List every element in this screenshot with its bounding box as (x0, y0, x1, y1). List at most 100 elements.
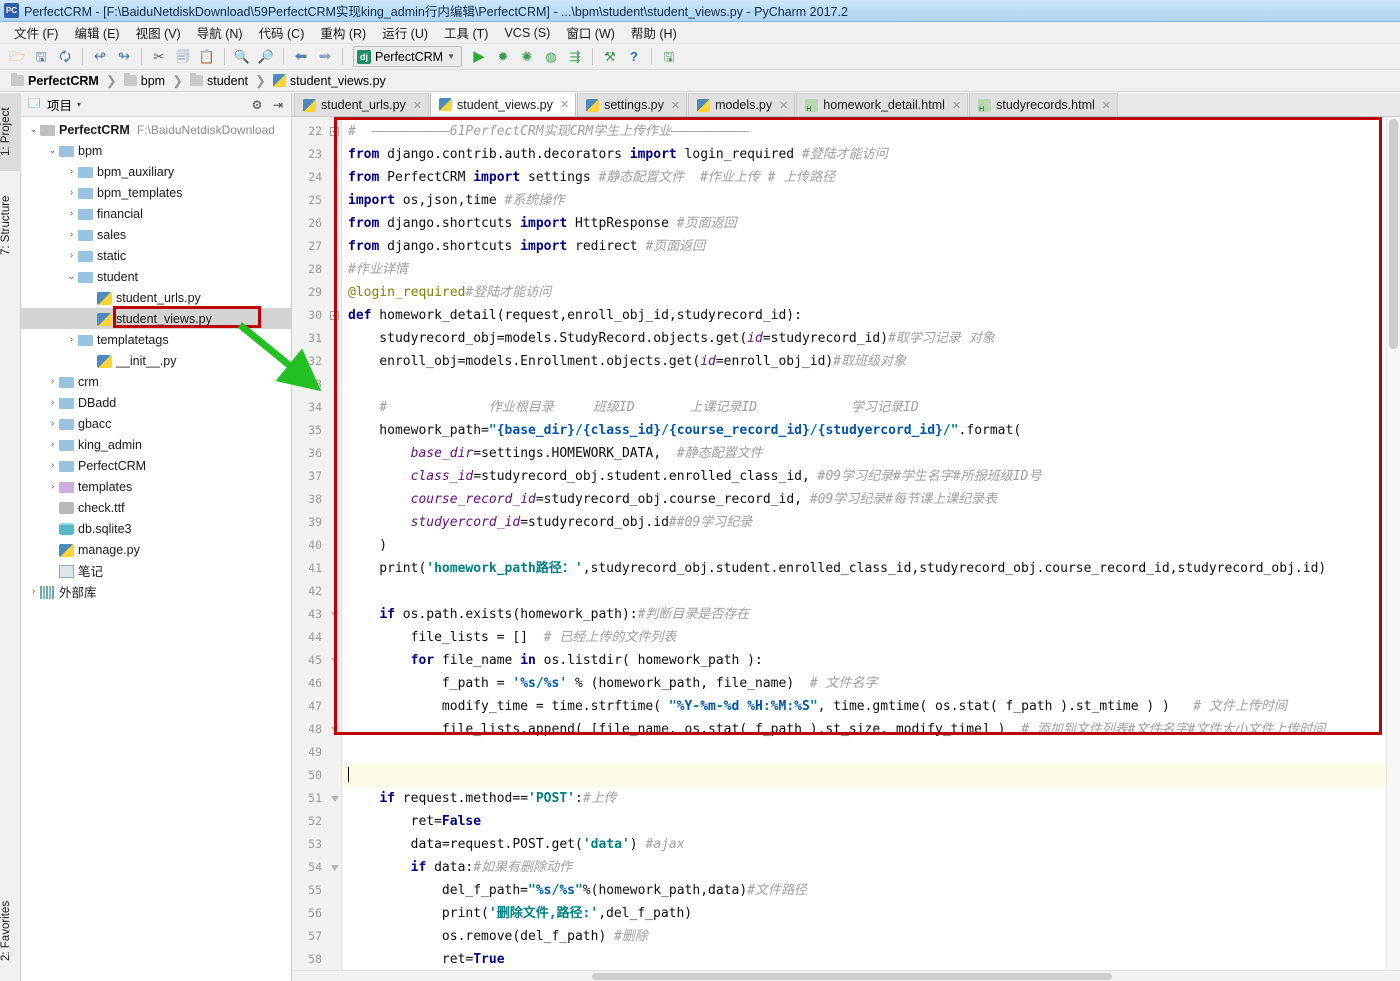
tool-window-button-project[interactable]: 1: Project (0, 93, 21, 171)
fold-region-icon[interactable] (330, 611, 339, 618)
tree-item-crm[interactable]: › crm (21, 371, 291, 392)
chevron-right-icon[interactable]: › (65, 187, 78, 198)
chevron-right-icon[interactable]: › (65, 250, 78, 261)
code-line[interactable]: homework_path="{base_dir}/{class_id}/{co… (342, 419, 1386, 442)
breadcrumb-item-2[interactable]: student (187, 73, 251, 88)
editor-tab-student_views.py[interactable]: student_views.py ✕ (430, 93, 577, 116)
editor-tab-models.py[interactable]: models.py ✕ (688, 93, 796, 116)
tree-item-student[interactable]: ⌄ student (21, 266, 291, 287)
breadcrumb-item-3[interactable]: student_views.py (270, 74, 389, 88)
code-line[interactable]: f_path = '%s/%s' % (homework_path, file_… (342, 672, 1386, 695)
tree-item-manage.py[interactable]: manage.py (21, 539, 291, 560)
menu-item-0[interactable]: 文件 (F) (6, 21, 66, 44)
database-icon[interactable]: 🖫 (658, 46, 680, 68)
chevron-down-icon[interactable]: ▾ (77, 100, 81, 109)
tree-item-bpm_auxiliary[interactable]: › bpm_auxiliary (21, 161, 291, 182)
tree-item-sales[interactable]: › sales (21, 224, 291, 245)
help-icon[interactable]: ? (623, 46, 645, 68)
copy-icon[interactable]: 🗐 (172, 46, 194, 68)
fold-collapse-icon[interactable]: − (330, 311, 339, 320)
menu-item-3[interactable]: 导航 (N) (189, 21, 251, 44)
tree-item-bpm_templates[interactable]: › bpm_templates (21, 182, 291, 203)
sync-icon[interactable]: 🗘 (54, 46, 76, 68)
chevron-right-icon[interactable]: › (65, 208, 78, 219)
tree-item-DBadd[interactable]: › DBadd (21, 392, 291, 413)
code-text-area[interactable]: # ——————————61PerfectCRM实现CRM学生上传作业—————… (342, 117, 1386, 970)
tree-item----[interactable]: › 外部库 (21, 581, 291, 602)
menu-item-2[interactable]: 视图 (V) (128, 21, 189, 44)
close-icon[interactable]: ✕ (779, 99, 788, 112)
gear-icon[interactable]: ⚙ (249, 97, 265, 113)
tree-item-__init__.py[interactable]: __init__.py (21, 350, 291, 371)
code-line[interactable]: import os,json,time #系统操作 (342, 189, 1386, 212)
code-line[interactable]: os.remove(del_f_path) #删除 (342, 925, 1386, 948)
tool-window-button-favorites[interactable]: 2: Favorites (0, 881, 21, 981)
chevron-right-icon[interactable]: › (65, 166, 78, 177)
code-line[interactable]: file_lists.append( [file_name, os.stat( … (342, 718, 1386, 741)
code-line[interactable]: # ——————————61PerfectCRM实现CRM学生上传作业—————… (342, 120, 1386, 143)
tree-item-PerfectCRM[interactable]: › PerfectCRM (21, 455, 291, 476)
navigate-forward-icon[interactable]: ➡ (314, 46, 336, 68)
editor-horizontal-scrollbar[interactable] (292, 970, 1400, 981)
fold-region-icon[interactable] (330, 657, 339, 664)
scrollbar-thumb[interactable] (1389, 119, 1398, 349)
menu-item-1[interactable]: 编辑 (E) (66, 21, 127, 44)
run-coverage-icon[interactable]: ✺ (516, 46, 538, 68)
breadcrumb-item-0[interactable]: PerfectCRM (8, 73, 102, 88)
code-line[interactable]: file_lists = [] # 已经上传的文件列表 (342, 626, 1386, 649)
save-all-icon[interactable]: 🖫 (30, 46, 52, 68)
code-folding-gutter[interactable]: − − (328, 117, 342, 970)
paste-icon[interactable]: 📋 (196, 46, 218, 68)
code-line[interactable]: modify_time = time.strftime( "%Y-%m-%d %… (342, 695, 1386, 718)
code-line[interactable]: base_dir=settings.HOMEWORK_DATA, #静态配置文件 (342, 442, 1386, 465)
collapse-all-icon[interactable]: ⇥ (270, 97, 286, 113)
editor-vertical-scrollbar[interactable] (1386, 117, 1400, 970)
close-icon[interactable]: ✕ (671, 99, 680, 112)
chevron-right-icon[interactable]: › (46, 397, 59, 408)
code-line[interactable]: ret=False (342, 810, 1386, 833)
code-line[interactable]: if request.method=='POST':#上传 (342, 787, 1386, 810)
chevron-right-icon[interactable]: › (46, 460, 59, 471)
code-line[interactable]: del_f_path="%s/%s"%(homework_path,data)#… (342, 879, 1386, 902)
menu-item-4[interactable]: 代码 (C) (251, 21, 313, 44)
code-line[interactable]: #作业详情 (342, 258, 1386, 281)
search-icon[interactable]: 🔍 (231, 46, 253, 68)
fold-region-icon[interactable] (330, 795, 339, 802)
tree-item-templates[interactable]: › templates (21, 476, 291, 497)
code-line[interactable]: studyercord_id=studyrecord_obj.id##09学习纪… (342, 511, 1386, 534)
code-line[interactable] (342, 580, 1386, 603)
fold-region-icon[interactable] (330, 864, 339, 871)
code-line[interactable]: def homework_detail(request,enroll_obj_i… (342, 304, 1386, 327)
debug-icon[interactable]: ✹ (492, 46, 514, 68)
chevron-right-icon[interactable]: › (65, 229, 78, 240)
open-folder-icon[interactable]: 🗁 (6, 46, 28, 68)
settings-wrench-icon[interactable]: ⚒ (599, 46, 621, 68)
code-line[interactable]: print('homework_path路径：',studyrecord_obj… (342, 557, 1386, 580)
code-line[interactable]: studyrecord_obj=models.StudyRecord.objec… (342, 327, 1386, 350)
close-icon[interactable]: ✕ (413, 99, 422, 112)
menu-item-10[interactable]: 帮助 (H) (623, 21, 685, 44)
code-line[interactable]: # 作业根目录 班级ID 上课记录ID 学习记录ID (342, 396, 1386, 419)
editor-tab-studyrecords.html[interactable]: studyrecords.html ✕ (969, 93, 1118, 116)
undo-icon[interactable]: ↫ (89, 46, 111, 68)
code-line[interactable]: from django.shortcuts import redirect #页… (342, 235, 1386, 258)
close-icon[interactable]: ✕ (1102, 99, 1111, 112)
editor-tab-student_urls.py[interactable]: student_urls.py ✕ (294, 93, 429, 116)
breadcrumb-item-1[interactable]: bpm (121, 73, 168, 88)
run-icon[interactable]: ▶ (468, 46, 490, 68)
menu-item-6[interactable]: 运行 (U) (374, 21, 436, 44)
code-line[interactable] (342, 741, 1386, 764)
hscrollbar-thumb[interactable] (592, 973, 1112, 980)
search-everywhere-icon[interactable]: 🔎 (255, 46, 277, 68)
code-line[interactable]: ) (342, 534, 1386, 557)
tree-item-gbacc[interactable]: › gbacc (21, 413, 291, 434)
tree-item-PerfectCRM[interactable]: ⌄ PerfectCRM F:\BaiduNetdiskDownload (21, 119, 291, 140)
code-line[interactable]: course_record_id=studyrecord_obj.course_… (342, 488, 1386, 511)
tree-item-templatetags[interactable]: › templatetags (21, 329, 291, 350)
code-line[interactable]: for file_name in os.listdir( homework_pa… (342, 649, 1386, 672)
attach-to-process-icon[interactable]: ⇶ (564, 46, 586, 68)
editor-tab-settings.py[interactable]: settings.py ✕ (577, 93, 688, 116)
chevron-right-icon[interactable]: › (65, 334, 78, 345)
chevron-right-icon[interactable]: › (46, 439, 59, 450)
code-line[interactable]: @login_required#登陆才能访问 (342, 281, 1386, 304)
